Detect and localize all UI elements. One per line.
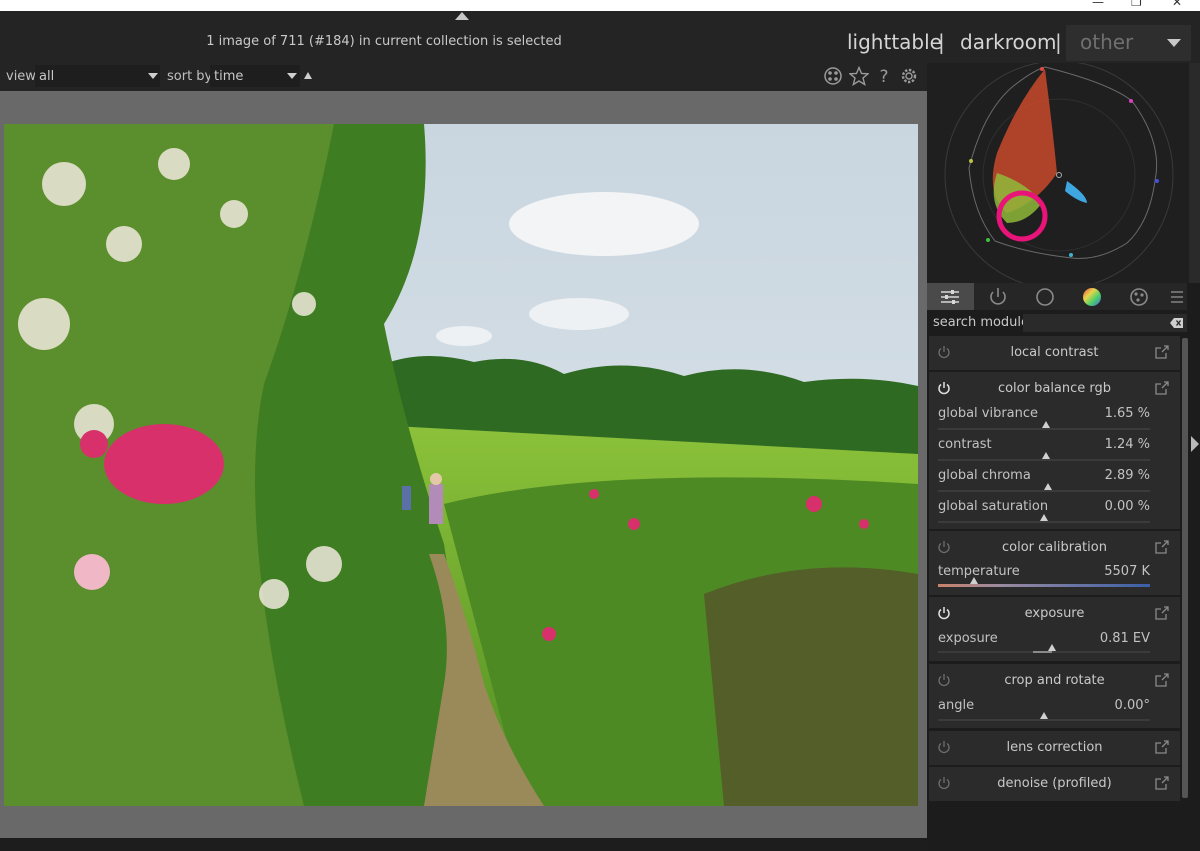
presets-icon[interactable] bbox=[1155, 606, 1169, 620]
sort-label: sort by bbox=[167, 69, 213, 84]
view-darkroom[interactable]: darkroom bbox=[960, 30, 1057, 54]
selection-status: 1 image of 711 (#184) in current collect… bbox=[206, 34, 562, 49]
param-value: 0.00° bbox=[1114, 698, 1150, 713]
slider-handle[interactable] bbox=[970, 577, 979, 584]
param-value: 0.81 EV bbox=[1099, 631, 1150, 646]
module-denoise-profiled[interactable]: denoise (profiled) bbox=[929, 767, 1180, 801]
param-label: angle bbox=[938, 698, 975, 713]
param-value: 1.65 % bbox=[1104, 406, 1150, 421]
active-modules-icon[interactable] bbox=[987, 286, 1009, 308]
presets-icon[interactable] bbox=[1155, 776, 1169, 790]
gear-icon[interactable] bbox=[899, 66, 919, 86]
module-title: color calibration bbox=[1002, 540, 1107, 555]
chevron-down-icon[interactable] bbox=[1167, 39, 1181, 47]
slider-handle[interactable] bbox=[1040, 514, 1048, 521]
presets-icon[interactable] bbox=[1155, 345, 1169, 359]
view-filter-value: all bbox=[39, 69, 55, 84]
param-label: exposure bbox=[938, 631, 998, 646]
modules-scrollbar[interactable] bbox=[1182, 338, 1188, 798]
param-value: 1.24 % bbox=[1104, 437, 1150, 452]
module-local-contrast[interactable]: local contrast bbox=[929, 336, 1180, 370]
grouping-icon[interactable] bbox=[823, 66, 843, 86]
module-exposure[interactable]: exposure exposure 0.81 EV bbox=[929, 597, 1180, 661]
module-title: exposure bbox=[1024, 606, 1085, 621]
slider-handle[interactable] bbox=[1042, 421, 1051, 428]
presets-icon[interactable] bbox=[1155, 673, 1169, 687]
global-chroma-slider[interactable] bbox=[938, 490, 1150, 492]
window-titlebar: — ❐ ✕ bbox=[0, 0, 1200, 11]
slider-handle[interactable] bbox=[1040, 712, 1048, 719]
slider-handle[interactable] bbox=[1044, 483, 1053, 490]
search-module-input[interactable] bbox=[1023, 314, 1187, 332]
global-vibrance-slider[interactable] bbox=[938, 428, 1150, 430]
exposure-slider-fill bbox=[1033, 651, 1053, 653]
param-value: 2.89 % bbox=[1104, 468, 1150, 483]
effects-modules-icon[interactable] bbox=[1128, 286, 1150, 308]
module-title: crop and rotate bbox=[1004, 673, 1105, 688]
slider-handle[interactable] bbox=[1048, 644, 1057, 651]
garden-path-photo bbox=[4, 124, 918, 806]
restore-icon[interactable]: ❐ bbox=[1131, 0, 1142, 9]
module-title: denoise (profiled) bbox=[997, 776, 1112, 791]
param-label: global saturation bbox=[938, 499, 1049, 514]
module-color-balance-rgb[interactable]: color balance rgb global vibrance 1.65 %… bbox=[929, 372, 1180, 529]
module-title: local contrast bbox=[1010, 345, 1099, 360]
slider-handle[interactable] bbox=[1042, 452, 1051, 459]
collapse-right-panel-icon[interactable] bbox=[1191, 436, 1199, 452]
module-lens-correction[interactable]: lens correction bbox=[929, 731, 1180, 765]
help-icon[interactable]: ? bbox=[874, 66, 894, 86]
module-color-calibration[interactable]: color calibration temperature 5507 K bbox=[929, 531, 1180, 595]
presets-icon[interactable] bbox=[1155, 540, 1169, 554]
close-icon[interactable]: ✕ bbox=[1172, 0, 1182, 9]
sort-select[interactable]: time bbox=[210, 65, 300, 87]
base-modules-icon[interactable] bbox=[1034, 286, 1056, 308]
star-icon[interactable] bbox=[849, 66, 869, 86]
angle-slider[interactable] bbox=[938, 719, 1150, 721]
sort-order-icon[interactable] bbox=[304, 72, 312, 79]
param-label: temperature bbox=[938, 564, 1020, 579]
quick-access-icon[interactable] bbox=[939, 286, 961, 308]
view-separator: | bbox=[938, 30, 945, 54]
scope-strip bbox=[1189, 63, 1200, 283]
minimize-icon[interactable]: — bbox=[1092, 0, 1104, 9]
view-other-label: other bbox=[1080, 30, 1134, 54]
module-crop-and-rotate[interactable]: crop and rotate angle 0.00° bbox=[929, 664, 1180, 728]
view-lighttable[interactable]: lighttable bbox=[847, 30, 942, 54]
presets-icon[interactable] bbox=[1155, 381, 1169, 395]
param-value: 0.00 % bbox=[1104, 499, 1150, 514]
view-separator: | bbox=[1055, 30, 1062, 54]
collapse-top-panel-icon[interactable] bbox=[455, 12, 469, 20]
view-filter-select[interactable]: all bbox=[35, 65, 160, 87]
temperature-slider[interactable] bbox=[938, 584, 1150, 587]
global-saturation-slider[interactable] bbox=[938, 521, 1150, 523]
view-filter-label: view bbox=[6, 69, 36, 84]
module-title: color balance rgb bbox=[997, 381, 1112, 396]
search-module-label: search module bbox=[933, 315, 1030, 330]
module-title: lens correction bbox=[1006, 740, 1103, 755]
sort-value: time bbox=[214, 69, 244, 84]
param-label: contrast bbox=[938, 437, 992, 452]
param-label: global chroma bbox=[938, 468, 1031, 483]
contrast-slider[interactable] bbox=[938, 459, 1150, 461]
clear-search-icon[interactable] bbox=[1170, 317, 1184, 329]
color-modules-icon[interactable] bbox=[1081, 286, 1103, 308]
param-value: 5507 K bbox=[1104, 564, 1150, 579]
presets-icon[interactable] bbox=[1155, 740, 1169, 754]
chevron-down-icon bbox=[148, 73, 158, 79]
menu-icon[interactable] bbox=[1166, 286, 1188, 308]
param-label: global vibrance bbox=[938, 406, 1039, 421]
svg-text:?: ? bbox=[879, 67, 888, 86]
chevron-down-icon bbox=[287, 73, 297, 79]
vectorscope bbox=[927, 63, 1189, 283]
